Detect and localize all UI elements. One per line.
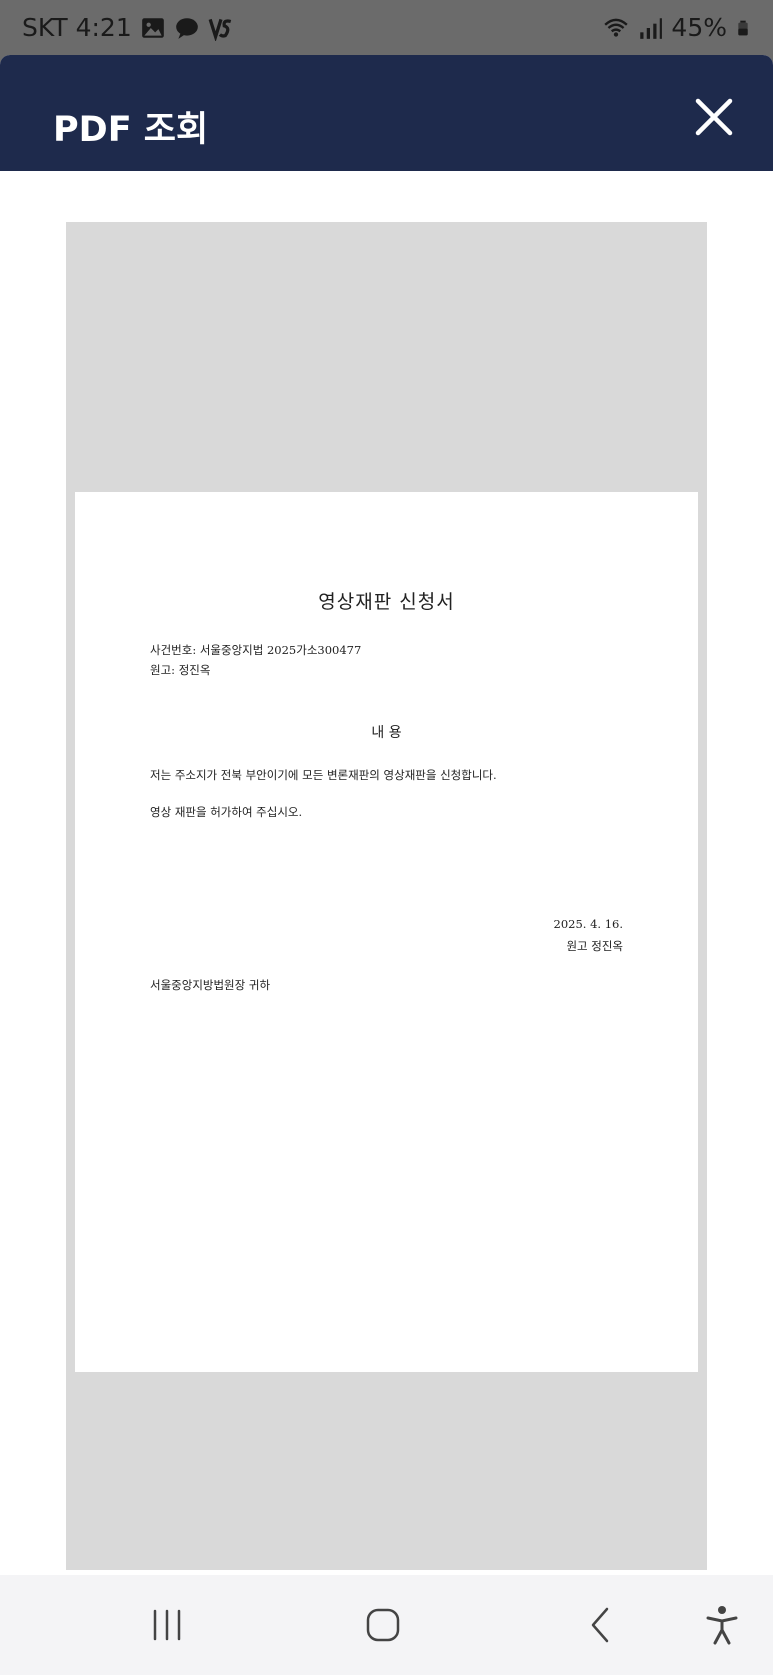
case-number: 사건번호: 서울중앙지법 2025가소300477 — [150, 643, 362, 657]
signal-icon — [640, 17, 663, 39]
section-heading: 내 용 — [371, 725, 402, 741]
document-date: 2025. 4. 16. — [553, 917, 624, 931]
plaintiff: 원고: 정진옥 — [150, 663, 211, 677]
navigation-bar — [0, 1575, 773, 1675]
vs-icon — [208, 18, 231, 41]
status-bar: SKT 4:21 45% — [0, 0, 773, 55]
document-title: 영상재판 신청서 — [318, 591, 455, 613]
signature: 원고 정진옥 — [566, 939, 623, 953]
accessibility-icon[interactable] — [700, 1603, 744, 1647]
body-line-1: 저는 주소지가 전북 부안이기에 모든 변론재판의 영상재판을 신청합니다. — [150, 768, 497, 782]
battery-icon — [738, 20, 748, 35]
pdf-modal: PDF 조회 영상재판 신청서 사건번호: 서울중앙지법 2025가소30047… — [0, 55, 773, 1575]
body-line-2: 영상 재판을 허가하여 주십시오. — [150, 805, 303, 819]
wifi-icon — [604, 18, 629, 37]
recent-apps-icon[interactable] — [145, 1603, 189, 1647]
carrier-label: SKT — [22, 13, 68, 42]
addressee: 서울중앙지방법원장 귀하 — [150, 978, 271, 992]
modal-header: PDF 조회 — [0, 55, 773, 171]
battery-percent: 45% — [671, 13, 727, 42]
back-icon[interactable] — [579, 1603, 623, 1647]
home-icon[interactable] — [361, 1603, 405, 1647]
chat-icon — [175, 17, 198, 39]
pdf-page: 영상재판 신청서 사건번호: 서울중앙지법 2025가소300477 원고: 정… — [75, 492, 698, 1372]
status-left: SKT 4:21 — [22, 13, 234, 42]
time-label: 4:21 — [75, 13, 132, 42]
pdf-viewer[interactable]: 영상재판 신청서 사건번호: 서울중앙지법 2025가소300477 원고: 정… — [66, 222, 707, 1570]
image-icon — [141, 17, 164, 38]
page-title: PDF 조회 — [53, 110, 209, 150]
status-right: 45% — [603, 13, 751, 42]
close-icon[interactable] — [688, 91, 740, 143]
